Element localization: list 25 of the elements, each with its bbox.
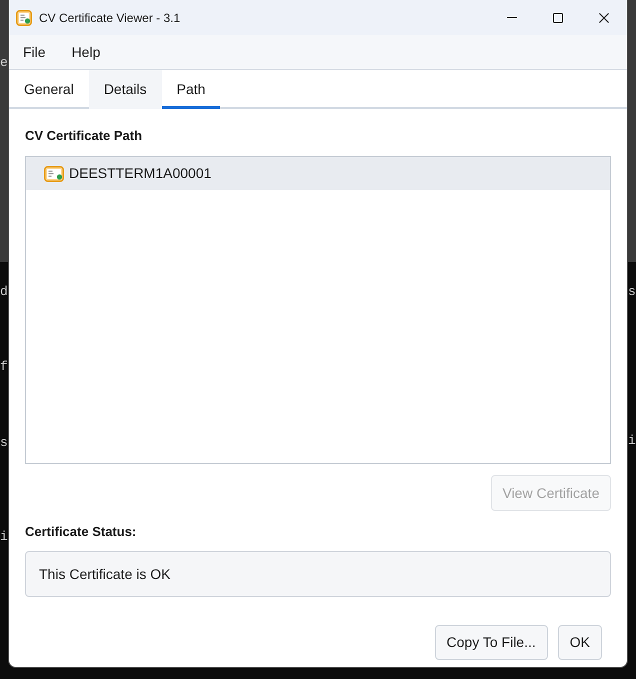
ok-button[interactable]: OK	[558, 625, 602, 660]
certificate-icon	[44, 166, 64, 182]
certificate-icon	[16, 10, 32, 26]
tab[interactable]: Path	[162, 70, 220, 109]
background-text: i	[628, 432, 636, 450]
background-text: i	[0, 528, 8, 546]
path-item[interactable]: DEESTTERM1A00001	[26, 157, 610, 190]
section-heading: Certificate Status:	[25, 524, 138, 540]
item-label: DEESTTERM1A00001	[69, 164, 212, 183]
close-icon	[599, 12, 609, 22]
background-text: d	[0, 283, 8, 301]
status-field: This Certificate is OK	[25, 551, 611, 597]
tab[interactable]: General	[9, 70, 89, 109]
background-text: s	[628, 283, 636, 301]
background-text: f	[0, 358, 8, 376]
maximize-icon	[553, 12, 563, 22]
section-heading: CV Certificate Path	[25, 128, 144, 144]
minimize-icon	[507, 17, 517, 18]
window-title: CV Certificate Viewer - 3.1	[39, 10, 180, 26]
background-text: s	[0, 434, 8, 452]
background-text: e	[0, 54, 8, 72]
copy-to-file-button[interactable]: Copy To File...	[434, 625, 548, 660]
menu-item[interactable]: File	[15, 35, 54, 69]
tab[interactable]: Details	[88, 70, 162, 109]
menu-item[interactable]: Help	[64, 35, 108, 69]
